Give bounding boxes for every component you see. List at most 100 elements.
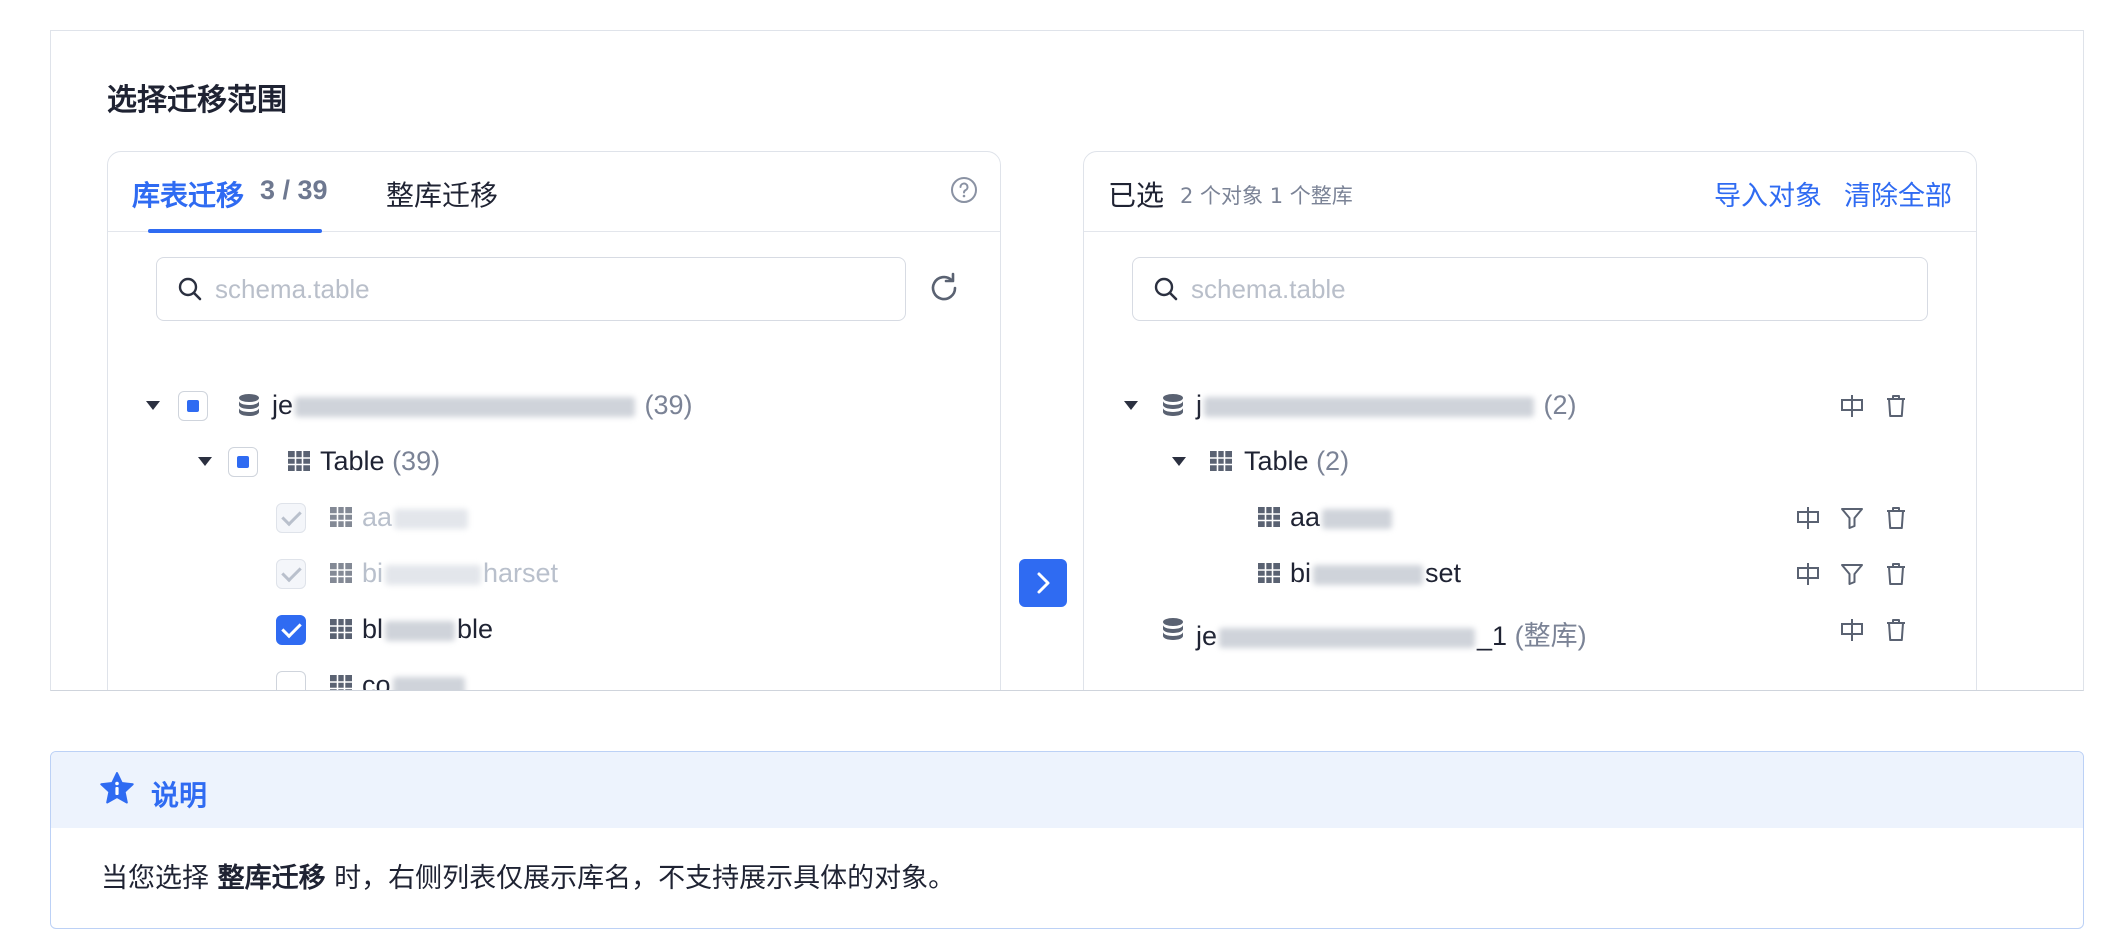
table-name-prefix: co [362, 670, 391, 691]
db-count: (2) [1543, 390, 1577, 420]
source-table-group-row[interactable]: Table (39) [198, 440, 958, 484]
selected-table-row[interactable]: bi set [1256, 552, 1956, 596]
table-group-label: Table (39) [320, 446, 440, 477]
caret-down-icon[interactable] [1172, 457, 1186, 466]
selected-label: 已选 [1108, 179, 1165, 212]
database-icon [1163, 618, 1183, 640]
table-name-prefix: bi [362, 558, 384, 588]
help-icon[interactable] [950, 176, 978, 204]
table-name: bl ble [362, 614, 493, 645]
source-table-row[interactable]: aa [276, 496, 956, 540]
redacted-text [1313, 564, 1424, 585]
table-checkbox[interactable] [276, 671, 306, 690]
info-star-icon [100, 772, 134, 804]
note-text: 当您选择 整库迁移 时，右侧列表仅展示库名，不支持展示具体的对象。 [101, 856, 955, 895]
move-right-button[interactable] [1019, 559, 1067, 607]
database-icon [1163, 394, 1183, 416]
migration-scope-card: 选择迁移范围 库表迁移 3 / 39 整库迁移 schema.table je … [50, 30, 2084, 691]
mapping-icon[interactable] [1794, 560, 1822, 588]
source-table-row[interactable]: co [276, 664, 956, 691]
source-table-row[interactable]: bl ble [276, 608, 956, 652]
search-icon [1154, 277, 1178, 301]
table-icon [330, 507, 352, 527]
table-icon [330, 675, 352, 690]
table-name-prefix: bi [1290, 558, 1312, 588]
source-table-row[interactable]: bi harset [276, 552, 956, 596]
tab-table-migration[interactable]: 库表迁移 [132, 174, 244, 214]
table-icon [1210, 451, 1232, 471]
table-group-label: Table (2) [1244, 446, 1349, 477]
table-icon [1258, 507, 1280, 527]
database-icon [239, 394, 259, 416]
table-icon [288, 451, 310, 471]
note-text-bold: 整库迁移 [217, 863, 326, 894]
table-icon [330, 619, 352, 639]
table-name-suffix: set [1425, 558, 1462, 588]
db-count: (39) [644, 390, 693, 420]
table-name-prefix: aa [1290, 502, 1321, 532]
table-group-checkbox[interactable] [228, 447, 258, 477]
db-name: je (39) [272, 390, 693, 421]
db-checkbox[interactable] [178, 391, 208, 421]
redacted-text [1322, 508, 1393, 529]
delete-icon[interactable] [1882, 504, 1910, 532]
import-objects-button[interactable]: 导入对象 [1714, 174, 1822, 213]
whole-db-name: je _1 (整库) [1196, 614, 1587, 653]
source-db-row[interactable]: je (39) [146, 384, 966, 428]
table-name: bi harset [362, 558, 558, 589]
table-group-count: (2) [1316, 446, 1350, 476]
caret-down-icon[interactable] [146, 401, 160, 410]
selected-db-row[interactable]: j (2) [1124, 384, 1944, 428]
table-name: aa [1290, 502, 1394, 533]
tab-whole-db-migration[interactable]: 整库迁移 [386, 174, 498, 214]
redacted-text [385, 620, 456, 641]
note-text-before: 当您选择 [101, 863, 218, 894]
redacted-text [1204, 396, 1534, 417]
selected-table-group-row[interactable]: Table (2) [1172, 440, 1932, 484]
filter-icon[interactable] [1838, 560, 1866, 588]
table-name: aa [362, 502, 470, 533]
table-name-suffix: ble [457, 614, 494, 644]
clear-all-button[interactable]: 清除全部 [1844, 174, 1952, 213]
caret-down-icon[interactable] [198, 457, 212, 466]
table-icon [1258, 563, 1280, 583]
mapping-icon[interactable] [1838, 392, 1866, 420]
db-name-suffix: _1 [1477, 621, 1508, 651]
mapping-icon[interactable] [1794, 504, 1822, 532]
filter-icon[interactable] [1838, 504, 1866, 532]
db-name-prefix: j [1196, 390, 1202, 420]
note-text-after: 时，右侧列表仅展示库名，不支持展示具体的对象。 [325, 863, 956, 894]
source-search-input[interactable] [215, 266, 883, 312]
chevron-right-icon [1037, 572, 1050, 594]
table-name-suffix: harset [483, 558, 559, 588]
delete-icon[interactable] [1882, 616, 1910, 644]
redacted-text [385, 564, 482, 585]
selected-panel: 已选 2 个对象 1 个整库 导入对象 清除全部 j (2) [1083, 151, 1977, 690]
delete-icon[interactable] [1882, 392, 1910, 420]
table-name-prefix: aa [362, 502, 393, 532]
table-name: bi set [1290, 558, 1461, 589]
table-checkbox[interactable] [276, 559, 306, 589]
caret-down-icon[interactable] [1124, 401, 1138, 410]
source-search-box [156, 257, 906, 321]
redacted-text [1219, 627, 1476, 648]
selected-table-row[interactable]: aa [1256, 496, 1956, 540]
table-name: co [362, 670, 467, 691]
active-tab-indicator [148, 229, 322, 233]
redacted-text [394, 508, 469, 529]
selected-summary: 2 个对象 1 个整库 [1180, 184, 1353, 208]
redacted-text [392, 676, 465, 690]
note-title: 说明 [151, 779, 208, 812]
mapping-icon[interactable] [1838, 616, 1866, 644]
table-checkbox[interactable] [276, 503, 306, 533]
note-header: 说明 [51, 752, 2083, 828]
table-checkbox[interactable] [276, 615, 306, 645]
delete-icon[interactable] [1882, 560, 1910, 588]
selected-whole-db-row[interactable]: je _1 (整库) [1160, 608, 1960, 652]
selected-search-input[interactable] [1191, 266, 1905, 312]
db-name-prefix: je [1196, 621, 1218, 651]
source-panel: 库表迁移 3 / 39 整库迁移 schema.table je (39) Ta… [107, 151, 1001, 691]
table-name-prefix: bl [362, 614, 384, 644]
note-box: 说明 当您选择 整库迁移 时，右侧列表仅展示库名，不支持展示具体的对象。 [50, 751, 2084, 929]
refresh-icon[interactable] [926, 270, 962, 306]
